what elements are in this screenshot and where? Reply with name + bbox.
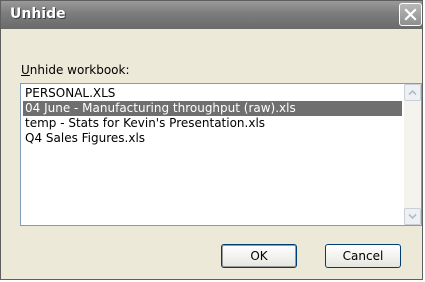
close-icon [404,8,417,21]
scroll-up-button[interactable] [404,84,421,101]
chevron-up-icon [408,89,417,96]
list-item[interactable]: Q4 Sales Figures.xls [23,131,402,146]
label-text: nhide workbook: [29,63,130,77]
unhide-workbook-label: Unhide workbook: [21,63,130,77]
cancel-button[interactable]: Cancel [325,244,401,268]
workbook-list: PERSONAL.XLS 04 June - Manufacturing thro… [23,86,402,146]
workbook-listbox[interactable]: PERSONAL.XLS 04 June - Manufacturing thro… [20,83,422,226]
list-item[interactable]: temp - Stats for Kevin's Presentation.xl… [23,116,402,131]
title-bar[interactable]: Unhide [1,1,422,29]
list-item[interactable]: 04 June - Manufacturing throughput (raw)… [23,101,402,116]
scroll-down-button[interactable] [404,208,421,225]
chevron-down-icon [408,213,417,220]
vertical-scrollbar[interactable] [404,84,421,225]
dialog-title: Unhide [10,6,66,22]
list-item[interactable]: PERSONAL.XLS [23,86,402,101]
label-mnemonic: U [21,63,30,77]
close-button[interactable] [399,3,422,26]
unhide-dialog: Unhide Unhide workbook: PERSONAL.XLS 04 J… [0,0,423,280]
ok-button[interactable]: OK [221,244,297,268]
